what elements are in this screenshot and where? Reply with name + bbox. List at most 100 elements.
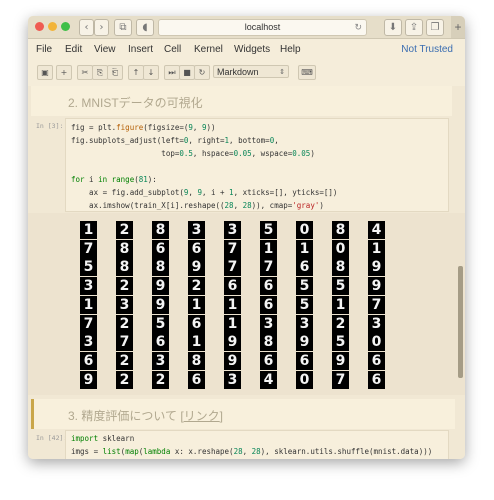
mnist-digit-tile: 1: [224, 295, 241, 314]
add-cell-icon[interactable]: +: [56, 65, 72, 80]
mnist-digit-tile: 2: [116, 221, 133, 239]
browser-titlebar: ‹ › ⧉ ◖ localhost ↻ ⬇ ⇪ ❐ +: [28, 16, 465, 39]
sidebar-icon[interactable]: ⧉: [114, 19, 132, 36]
code-cell-prompt: In [3]:: [36, 122, 64, 130]
mnist-digit-tile: 7: [224, 258, 241, 277]
mnist-digit-tile: 9: [188, 258, 205, 277]
notebook-toolbar: ▣ + ✂ ⎘ ⎗ ↑ ↓ ⏭ ■ ↻ Markdown ⇕ ⌨: [28, 62, 465, 84]
menu-file[interactable]: File: [36, 44, 52, 55]
markdown-cell-heading-2[interactable]: 2. MNISTデータの可視化: [31, 86, 452, 116]
code-cell-input[interactable]: fig = plt.figure(figsize=(9, 9)) fig.sub…: [65, 118, 449, 212]
mnist-digit-tile: 5: [296, 277, 313, 296]
mnist-digit-tile: 2: [188, 277, 205, 296]
stop-icon[interactable]: ■: [179, 65, 195, 80]
copy-icon[interactable]: ⎘: [92, 65, 108, 80]
new-tab-button[interactable]: +: [451, 16, 465, 38]
mnist-digit-tile: 6: [368, 370, 385, 389]
mnist-digit-tile: 5: [152, 314, 169, 333]
address-bar[interactable]: localhost ↻: [158, 19, 367, 36]
heading-text: 3. 精度評価について [: [68, 409, 184, 423]
mnist-digit-tile: 9: [224, 333, 241, 352]
mnist-digit-tile: 6: [224, 277, 241, 296]
select-arrow-icon: ⇕: [279, 69, 285, 76]
close-window-button[interactable]: [35, 22, 44, 31]
mnist-digit-tile: 9: [296, 333, 313, 352]
save-icon[interactable]: ▣: [37, 65, 53, 80]
mnist-digit-tile: 9: [332, 351, 349, 370]
back-icon[interactable]: ‹: [79, 19, 94, 36]
mnist-digit-tile: 4: [368, 221, 385, 239]
cell-type-value: Markdown: [217, 67, 259, 77]
code-line: fig.subplots_adjust(left=0, right=1, bot…: [71, 136, 279, 145]
mnist-digit-tile: 9: [224, 351, 241, 370]
mnist-digit-tile: 3: [260, 314, 277, 333]
mnist-digit-tile: 5: [260, 221, 277, 239]
minimize-window-button[interactable]: [48, 22, 57, 31]
heading-bracket: ]: [219, 409, 224, 423]
code-cell-input-2[interactable]: import sklearn imgs = list(map(lambda x:…: [65, 430, 449, 459]
code-cell-prompt-2: In [42]:: [36, 434, 68, 442]
forward-icon[interactable]: ›: [94, 19, 109, 36]
mnist-digit-tile: 3: [116, 295, 133, 314]
tabs-icon[interactable]: ❐: [426, 19, 444, 36]
mnist-digit-tile: 9: [368, 258, 385, 277]
mnist-digit-tile: 7: [260, 258, 277, 277]
run-next-icon[interactable]: ⏭: [164, 65, 180, 80]
mnist-digit-tile: 8: [260, 333, 277, 352]
mnist-digit-tile: 9: [368, 277, 385, 296]
code-line: ax = fig.add_subplot(9, 9, i + 1, xticks…: [71, 188, 338, 197]
mnist-digit-tile: 6: [188, 370, 205, 389]
mnist-digit-tile: 6: [296, 351, 313, 370]
cut-icon[interactable]: ✂: [77, 65, 93, 80]
menu-widgets[interactable]: Widgets: [234, 44, 270, 55]
mnist-digit-tile: 8: [152, 221, 169, 239]
menu-insert[interactable]: Insert: [128, 44, 153, 55]
zoom-window-button[interactable]: [61, 22, 70, 31]
markdown-cell-heading-3[interactable]: 3. 精度評価について [リンク]: [31, 399, 455, 429]
mnist-digit-tile: 3: [296, 314, 313, 333]
mnist-digit-tile: 2: [116, 370, 133, 389]
menu-kernel[interactable]: Kernel: [194, 44, 223, 55]
restart-icon[interactable]: ↻: [194, 65, 210, 80]
vertical-scrollbar[interactable]: [458, 266, 463, 378]
heading-link[interactable]: リンク: [184, 409, 220, 423]
heading-accuracy-eval: 3. 精度評価について [リンク]: [68, 407, 223, 424]
mnist-digit-tile: 3: [80, 277, 97, 296]
keyboard-icon[interactable]: ⌨: [298, 65, 316, 80]
mnist-digit-tile: 6: [260, 295, 277, 314]
mnist-digit-tile: 3: [224, 370, 241, 389]
mnist-digit-tile: 2: [116, 351, 133, 370]
menu-cell[interactable]: Cell: [164, 44, 181, 55]
mnist-digit-tile: 6: [260, 351, 277, 370]
mnist-digit-tile: 0: [296, 370, 313, 389]
mnist-digit-tile: 3: [152, 351, 169, 370]
move-up-icon[interactable]: ↑: [128, 65, 144, 80]
mnist-digit-tile: 5: [296, 295, 313, 314]
mnist-digit-tile: 8: [116, 239, 133, 258]
menu-edit[interactable]: Edit: [65, 44, 82, 55]
mnist-digit-tile: 3: [188, 221, 205, 239]
mnist-digit-tile: 8: [116, 258, 133, 277]
mnist-digit-tile: 5: [80, 258, 97, 277]
shield-icon[interactable]: ◖: [136, 19, 154, 36]
mnist-digit-tile: 2: [116, 277, 133, 296]
reload-icon[interactable]: ↻: [354, 20, 362, 35]
notebook-menubar: File Edit View Insert Cell Kernel Widget…: [28, 39, 465, 61]
mnist-digit-tile: 7: [368, 295, 385, 314]
mnist-digit-tile: 8: [152, 258, 169, 277]
mnist-digit-tile: 6: [296, 258, 313, 277]
share-icon[interactable]: ⇪: [405, 19, 423, 36]
mnist-digit-tile: 1: [80, 221, 97, 239]
mnist-digit-tile: 7: [224, 239, 241, 258]
code-cell-output: 1753173692882327228689956323692161863776…: [28, 213, 465, 395]
menu-help[interactable]: Help: [280, 44, 301, 55]
menu-view[interactable]: View: [94, 44, 116, 55]
move-down-icon[interactable]: ↓: [143, 65, 159, 80]
paste-icon[interactable]: ⎗: [107, 65, 123, 80]
download-icon[interactable]: ⬇: [384, 19, 402, 36]
mnist-digit-tile: 1: [368, 239, 385, 258]
cell-type-select[interactable]: Markdown ⇕: [213, 65, 289, 78]
mnist-digit-tile: 1: [188, 333, 205, 352]
browser-window: ‹ › ⧉ ◖ localhost ↻ ⬇ ⇪ ❐ + File Edit Vi…: [28, 16, 465, 459]
not-trusted-indicator[interactable]: Not Trusted: [401, 44, 453, 55]
